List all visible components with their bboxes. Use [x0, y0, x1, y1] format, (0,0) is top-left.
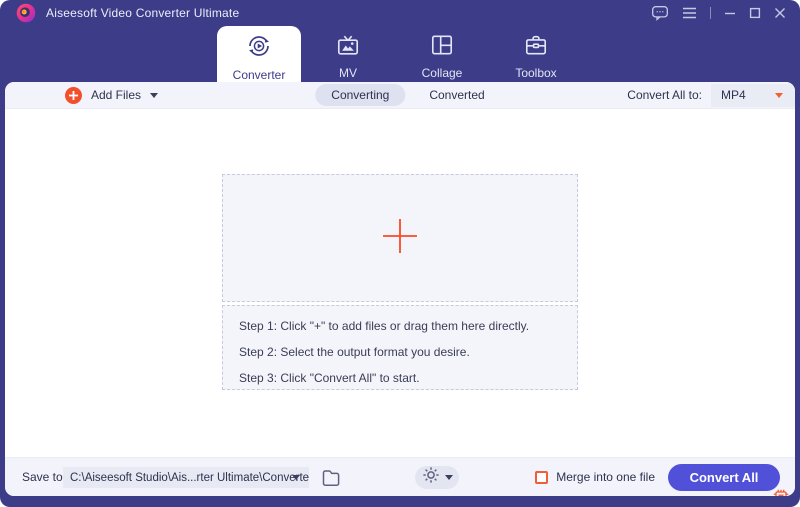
instructions-box: Step 1: Click "+" to add files or drag t… [222, 305, 578, 390]
output-format-group: Convert All to: MP4 [627, 82, 795, 108]
add-files-button[interactable]: Add Files [65, 82, 159, 108]
file-list-area: Step 1: Click "+" to add files or drag t… [5, 109, 795, 457]
feedback-icon[interactable] [651, 5, 669, 21]
merge-label: Merge into one file [556, 470, 655, 484]
toolbox-icon [523, 33, 549, 62]
save-to-label: Save to: [22, 470, 67, 484]
app-window: Aiseesoft Video Converter Ultimate Conve… [0, 0, 800, 507]
view-toggle: Converting Converted [315, 82, 485, 108]
app-logo-icon [16, 3, 36, 23]
menu-icon[interactable] [682, 7, 697, 19]
convert-all-button[interactable]: Convert All [668, 463, 780, 491]
drop-area[interactable] [222, 174, 578, 302]
converted-toggle[interactable]: Converted [429, 88, 484, 102]
content-surface: Add Files Converting Converted Convert A… [5, 82, 795, 496]
converter-icon [246, 33, 272, 64]
gear-icon [422, 466, 440, 489]
step-instruction: Step 1: Click "+" to add files or drag t… [239, 319, 530, 333]
minimize-button[interactable] [724, 7, 736, 19]
merge-checkbox[interactable] [535, 470, 549, 484]
collage-icon [429, 33, 455, 62]
controls-divider [710, 7, 711, 19]
save-path-caret-icon [292, 475, 300, 480]
close-button[interactable] [774, 7, 786, 19]
add-files-dropdown-caret-icon[interactable] [150, 92, 159, 98]
tab-label: MV [339, 66, 357, 80]
window-title: Aiseesoft Video Converter Ultimate [46, 6, 240, 20]
settings-caret-icon [444, 475, 453, 480]
add-files-label: Add Files [91, 88, 142, 102]
tab-label: Converter [232, 68, 286, 82]
window-controls [651, 0, 786, 26]
settings-button[interactable] [415, 466, 459, 489]
converting-toggle[interactable]: Converting [315, 84, 406, 106]
tab-toolbox[interactable]: Toolbox [489, 26, 583, 82]
tab-collage[interactable]: Collage [395, 26, 489, 82]
format-select[interactable]: MP4 [711, 83, 795, 107]
title-bar: Aiseesoft Video Converter Ultimate [0, 0, 800, 26]
save-path-value: C:\Aiseesoft Studio\Ais...rter Ultimate\… [70, 471, 309, 484]
step-instruction: Step 2: Select the output format you des… [239, 345, 470, 359]
format-caret-icon [775, 92, 783, 98]
save-path-select[interactable]: C:\Aiseesoft Studio\Ais...rter Ultimate\… [63, 467, 309, 488]
step-instruction: Step 3: Click "Convert All" to start. [239, 371, 420, 385]
maximize-button[interactable] [749, 7, 761, 19]
footer-right-group: Merge into one file Convert All [535, 458, 780, 496]
convert-all-to-label: Convert All to: [627, 88, 702, 102]
footer-bar: Save to: C:\Aiseesoft Studio\Ais...rter … [5, 457, 795, 496]
add-files-plus-icon[interactable] [381, 217, 419, 260]
tab-mv[interactable]: MV [301, 26, 395, 82]
mv-icon [335, 33, 361, 62]
tab-converter[interactable]: Converter [217, 26, 301, 82]
tab-label: Toolbox [515, 66, 557, 80]
format-value: MP4 [721, 88, 746, 102]
tab-label: Collage [421, 66, 463, 80]
add-files-plus-icon [65, 86, 82, 104]
open-folder-button[interactable] [320, 467, 342, 487]
toolbar: Add Files Converting Converted Convert A… [5, 82, 795, 109]
main-tab-bar: Converter MV Collage Toolbox [0, 26, 800, 82]
